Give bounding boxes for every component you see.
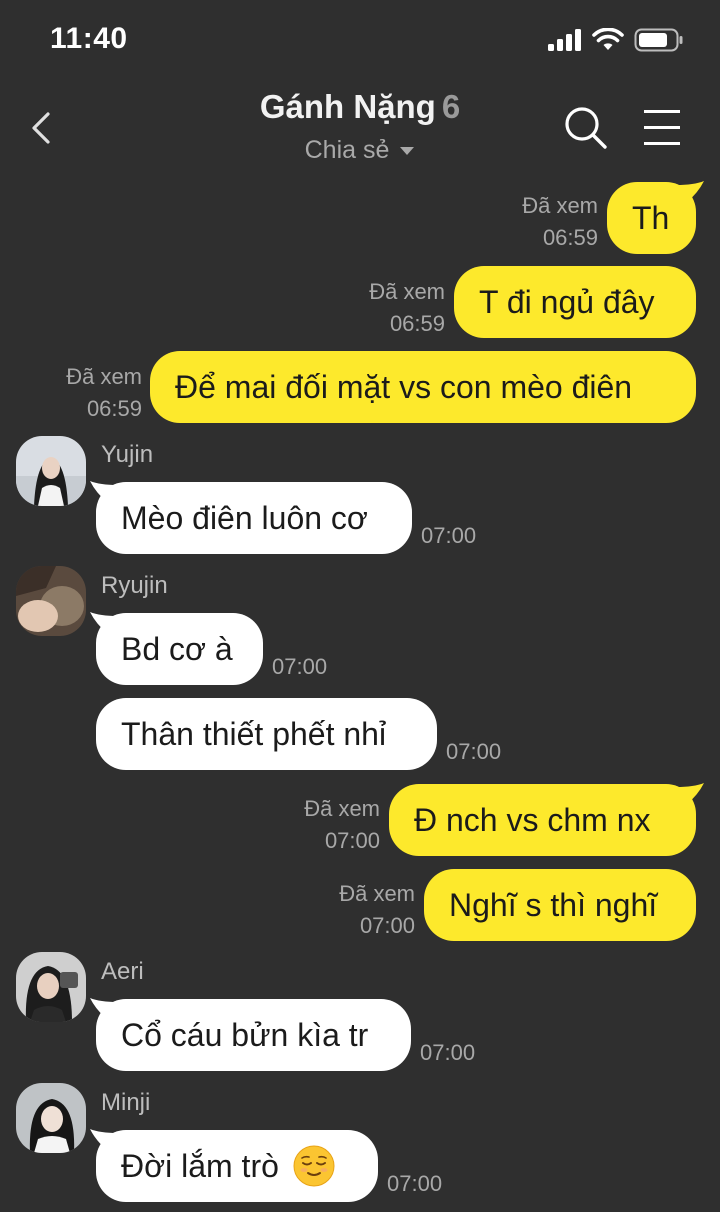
share-label: Chia sẻ	[304, 136, 390, 164]
subtitle-row: Chia sẻ	[0, 136, 720, 165]
avatar-image	[16, 566, 86, 636]
message-text: Đời lắm trò	[121, 1147, 279, 1184]
message-time: 07:00	[387, 1171, 443, 1196]
incoming-message-bubble[interactable]: Thân thiết phết nhỉ	[96, 698, 437, 770]
avatar-image	[16, 952, 86, 1022]
message-text: Cổ cáu bửn kìa tr	[121, 1016, 369, 1053]
relieved-face-emoji-icon	[293, 1145, 335, 1187]
menu-button[interactable]	[640, 106, 686, 150]
read-receipt: Đã xem 07:00	[280, 793, 380, 857]
outgoing-message-bubble[interactable]: Để mai đối mặt vs con mèo điên	[150, 351, 696, 423]
message-time: 06:59	[86, 396, 142, 421]
avatar-ryujin[interactable]	[16, 566, 86, 636]
member-count: 6	[441, 88, 461, 125]
incoming-message-bubble[interactable]: Cổ cáu bửn kìa tr	[96, 999, 411, 1071]
message-time: 07:00	[446, 739, 502, 764]
bubble-tail	[676, 783, 704, 805]
avatar-image	[16, 436, 86, 506]
message-time: 07:00	[272, 654, 328, 679]
wifi-icon	[592, 28, 624, 50]
incoming-message-bubble[interactable]: Bd cơ à	[96, 613, 263, 685]
read-label: Đã xem	[522, 193, 598, 218]
message-text: Nghĩ s thì nghĩ	[449, 886, 658, 923]
message-text: T đi ngủ đây	[479, 283, 655, 320]
avatar-aeri[interactable]	[16, 952, 86, 1022]
incoming-message-bubble[interactable]: Mèo điên luôn cơ	[96, 482, 412, 554]
read-receipt: Đã xem 06:59	[498, 190, 598, 254]
share-dropdown[interactable]: Chia sẻ	[305, 136, 416, 165]
message-time: 07:00	[421, 523, 477, 548]
message-text: Th	[632, 199, 670, 236]
sender-name: Yujin	[101, 441, 154, 468]
read-label: Đã xem	[369, 279, 445, 304]
message-text: Thân thiết phết nhỉ	[121, 715, 387, 752]
chat-screen: 11:40 Gánh Nặng 6 Chia sẻ Đã xem 06:59 T…	[0, 0, 720, 1212]
incoming-message-bubble[interactable]: Đời lắm trò	[96, 1130, 378, 1202]
read-receipt: Đã xem 06:59	[345, 276, 445, 340]
cellular-signal-icon	[548, 29, 581, 51]
read-label: Đã xem	[66, 364, 142, 389]
outgoing-message-bubble[interactable]: Đ nch vs chm nx	[389, 784, 696, 856]
sender-name: Aeri	[101, 958, 144, 985]
sender-name: Minji	[101, 1089, 151, 1116]
avatar-image	[16, 1083, 86, 1153]
read-receipt: Đã xem 07:00	[315, 878, 415, 942]
avatar-yujin[interactable]	[16, 436, 86, 506]
avatar-minji[interactable]	[16, 1083, 86, 1153]
title-row: Gánh Nặng 6	[0, 88, 720, 126]
message-time: 06:59	[389, 311, 445, 336]
message-time: 06:59	[542, 225, 598, 250]
message-time: 07:00	[359, 913, 415, 938]
outgoing-message-bubble[interactable]: T đi ngủ đây	[454, 266, 696, 338]
chat-title: Gánh Nặng	[259, 88, 436, 125]
hamburger-menu-icon	[644, 110, 680, 145]
read-label: Đã xem	[339, 881, 415, 906]
status-icons	[548, 26, 684, 54]
bubble-tail	[676, 181, 704, 203]
chat-header: Gánh Nặng 6 Chia sẻ	[0, 80, 720, 180]
message-text: Để mai đối mặt vs con mèo điên	[175, 368, 633, 405]
read-label: Đã xem	[304, 796, 380, 821]
message-text: Đ nch vs chm nx	[414, 801, 651, 838]
sender-name: Ryujin	[101, 572, 168, 599]
message-time: 07:00	[324, 828, 380, 853]
message-text: Mèo điên luôn cơ	[121, 499, 368, 536]
read-receipt: Đã xem 06:59	[40, 361, 142, 425]
status-time: 11:40	[50, 22, 128, 55]
message-text: Bd cơ à	[121, 630, 233, 667]
status-bar: 11:40	[0, 0, 720, 80]
outgoing-message-bubble[interactable]: Nghĩ s thì nghĩ	[424, 869, 696, 941]
battery-icon	[634, 28, 683, 52]
message-time: 07:00	[420, 1040, 476, 1065]
search-button[interactable]	[562, 104, 610, 152]
caret-down-icon	[400, 146, 415, 155]
search-icon	[565, 107, 607, 149]
